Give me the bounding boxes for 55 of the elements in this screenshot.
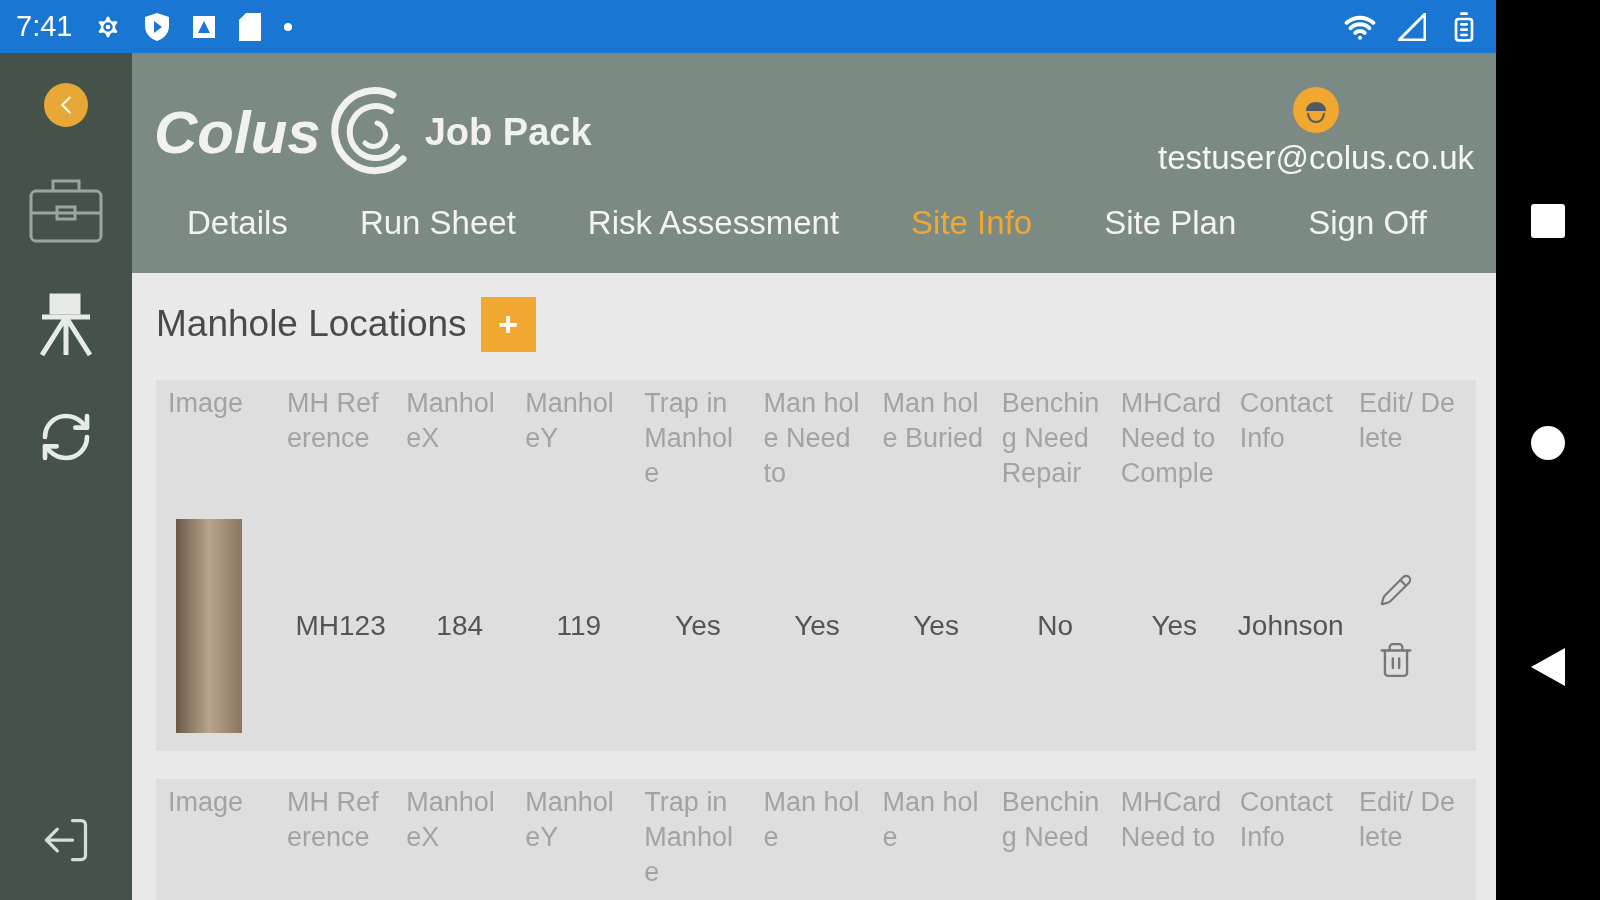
column-header: Man hole (762, 786, 861, 854)
column-header: ManholeY (524, 387, 615, 455)
table-cell-text: 184 (435, 609, 485, 643)
column-header: Trap in Manhole (643, 387, 734, 490)
back-button[interactable] (44, 83, 88, 127)
avatar-icon (1293, 87, 1339, 133)
back-nav-button[interactable] (1531, 648, 1565, 686)
column-header: Benching Need Repair (1000, 387, 1101, 490)
column-header: Image (167, 387, 245, 420)
nav-tab[interactable]: Sign Off (1308, 204, 1427, 242)
edit-button[interactable] (1379, 573, 1414, 607)
column-header: MHCard Need to Comple (1119, 387, 1223, 490)
column-header: Contact Info (1238, 387, 1334, 455)
column-header: MH Reference (286, 786, 380, 854)
nav-tab[interactable]: Site Plan (1104, 204, 1237, 242)
table-cell-text: Yes (793, 609, 841, 643)
signal-icon (1398, 12, 1426, 41)
column-header: Edit/ Delete (1357, 387, 1456, 455)
column-header: ManholeX (405, 387, 496, 455)
shield-icon (144, 11, 171, 42)
add-button[interactable]: + (480, 297, 536, 352)
column-header: ManholeX (405, 786, 496, 854)
tripod-icon[interactable] (38, 293, 94, 359)
table-cell-text: MH123 (294, 609, 387, 643)
home-button[interactable] (1531, 426, 1565, 460)
section-title: Manhole Locations (156, 303, 467, 345)
column-header: Image (167, 786, 245, 819)
table-cell-text: 119 (555, 609, 603, 643)
table-cell-text: Yes (912, 609, 960, 643)
sd-card-icon (238, 11, 263, 42)
column-header: Benching Need (1000, 786, 1101, 854)
column-header: Man hole Need to (762, 387, 861, 490)
nav-tab[interactable]: Run Sheet (359, 204, 516, 242)
column-header: Man hole Buried (881, 387, 985, 455)
column-header: ManholeY (524, 786, 615, 854)
user-email: testuser@colus.co.uk (1158, 139, 1474, 177)
column-header: Contact Info (1238, 786, 1334, 854)
status-time: 7:41 (16, 10, 73, 43)
nav-tab[interactable]: Risk Assessment (587, 204, 840, 242)
nav-tab[interactable]: Details (187, 204, 288, 242)
dot-icon (284, 22, 293, 31)
logo-text: Colus (154, 97, 321, 167)
nav-tab[interactable]: Site Info (911, 204, 1033, 242)
briefcase-icon[interactable] (29, 177, 103, 243)
column-header: MH Reference (286, 387, 380, 455)
column-header: Man hole (881, 786, 980, 854)
column-header: MHCard Need to (1119, 786, 1223, 854)
column-header: Trap in Manhole (643, 786, 734, 889)
table-cell-text: Yes (1150, 609, 1199, 643)
table-cell-text: Yes (674, 609, 722, 643)
table-cell-text: No (1036, 609, 1075, 643)
app-title: Job Pack (424, 110, 592, 154)
table-cell-text: Johnson (1237, 609, 1345, 643)
image-icon (192, 14, 217, 39)
column-header: Edit/ Delete (1357, 786, 1456, 854)
